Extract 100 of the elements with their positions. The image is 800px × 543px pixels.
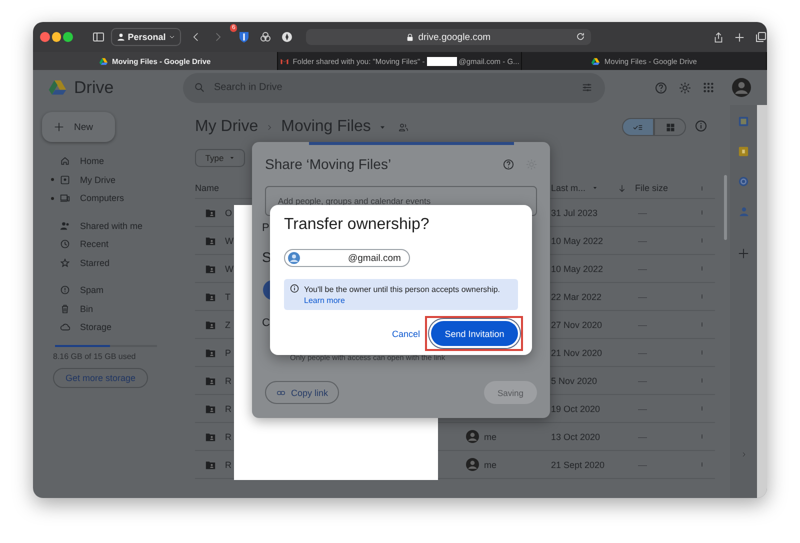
share-icon[interactable] [712,30,724,44]
drive-logo-icon [47,78,68,97]
modified-date: 22 Mar 2022 [551,292,603,302]
address-bar[interactable]: drive.google.com [306,29,591,45]
file-name: W [225,236,234,246]
file-size: — [637,264,648,274]
owner-name: me [484,432,497,442]
shared-folder-icon [205,292,216,302]
recipient-chip[interactable]: @gmail.com [284,249,410,267]
owner-avatar [466,458,479,471]
filter-sliders-icon[interactable] [581,82,593,93]
nav-item[interactable]: Shared with me [33,216,185,235]
cancel-button[interactable]: Cancel [392,328,420,338]
nav-icon [60,174,70,185]
breadcrumb-item[interactable]: My Drive [195,118,258,136]
owner-avatar [466,430,479,443]
modified-date: 21 Sept 2020 [551,460,606,470]
close-button[interactable] [40,32,50,42]
settings-icon[interactable] [679,82,691,94]
shared-folder-icon [205,236,216,246]
sort-arrow-icon[interactable] [618,184,626,192]
app-name: Drive [74,78,114,98]
get-storage-button[interactable]: Get more storage [53,368,148,388]
nav-icon [60,322,70,332]
zoom-button[interactable] [63,32,73,42]
column-header[interactable]: File size [635,183,695,193]
nav-item[interactable]: Computers [33,189,185,208]
nav-item[interactable]: Home [33,152,185,170]
minimize-button[interactable] [52,32,62,42]
modified-date: 13 Oct 2020 [551,432,602,442]
list-view-button[interactable] [622,118,654,136]
shared-folder-icon [205,404,216,414]
file-size: — [637,320,648,330]
chevron-right-icon[interactable] [740,450,746,459]
new-tab-icon[interactable] [734,32,745,42]
profile-button[interactable]: Personal [110,28,181,46]
file-name: T [225,292,230,302]
modified-date: 5 Nov 2020 [551,376,598,386]
owner-name: me [484,460,497,470]
modified-date: 27 Nov 2020 [551,320,604,330]
file-name: W [225,264,234,274]
dialog-title: Transfer ownership? [284,215,430,235]
notes-icon[interactable] [738,146,749,157]
copy-link-button[interactable]: Copy link [265,381,340,404]
back-icon[interactable] [190,31,201,43]
file-name: R [225,432,232,442]
send-invitation-button[interactable]: Send Invitation [431,321,518,346]
breadcrumb-item[interactable]: Moving Files [281,118,371,136]
nav-item[interactable]: Storage [33,318,185,336]
nav-item[interactable]: Spam [33,281,185,300]
modified-date: 31 Jul 2023 [551,208,599,218]
search-icon [194,82,205,93]
column-header[interactable]: Last m... [551,183,586,193]
tab-overview-icon[interactable] [754,31,767,43]
dialog-text: C [262,318,270,329]
nav-item[interactable]: Starred [33,254,185,272]
calendar-icon[interactable] [738,116,749,127]
file-size: — [637,460,648,470]
reload-icon[interactable] [576,32,585,41]
page-scrollbar[interactable] [757,105,767,498]
info-icon[interactable] [695,120,707,132]
add-icon[interactable] [738,248,749,259]
scrollbar[interactable] [724,175,727,240]
help-icon[interactable] [655,82,667,94]
cluster-icon[interactable] [258,31,272,43]
file-name: R [225,404,232,414]
file-name: R [225,460,232,470]
nav-icon [60,220,70,231]
nav-item[interactable]: Recent [33,235,185,254]
file-name: P [225,348,232,358]
new-button[interactable]: New [42,112,115,142]
nav-item[interactable]: Bin [33,300,185,318]
redaction-block [426,56,457,66]
sidebar-toggle-icon[interactable] [92,31,105,43]
people-icon [398,122,409,132]
help-icon[interactable] [503,158,514,170]
type-filter[interactable]: Type [195,149,245,167]
drive-logo-icon [591,56,600,66]
column-header[interactable]: Name [195,183,228,193]
grid-view-button[interactable] [654,118,686,136]
file-size: — [637,376,648,386]
nav-icon [60,304,70,314]
file-name: Z [225,320,230,330]
caret-icon [228,156,235,160]
account-avatar [732,78,751,97]
chevron-down-icon [168,34,175,40]
shield-icon[interactable] [238,30,250,44]
shared-folder-icon [205,460,216,470]
nav-item[interactable]: My Drive [33,170,185,189]
tasks-icon[interactable] [738,176,749,187]
caret-icon [592,186,598,190]
shared-folder-icon [205,208,216,218]
learn-more-link[interactable]: Learn more [304,296,345,305]
dialog-text: P [262,223,270,234]
chevron-right-icon [266,122,274,132]
nav-icon [60,285,70,296]
compass-icon[interactable] [280,31,293,43]
nav-icon [60,258,70,268]
file-size: — [637,404,648,414]
apps-grid-icon[interactable] [703,82,714,93]
